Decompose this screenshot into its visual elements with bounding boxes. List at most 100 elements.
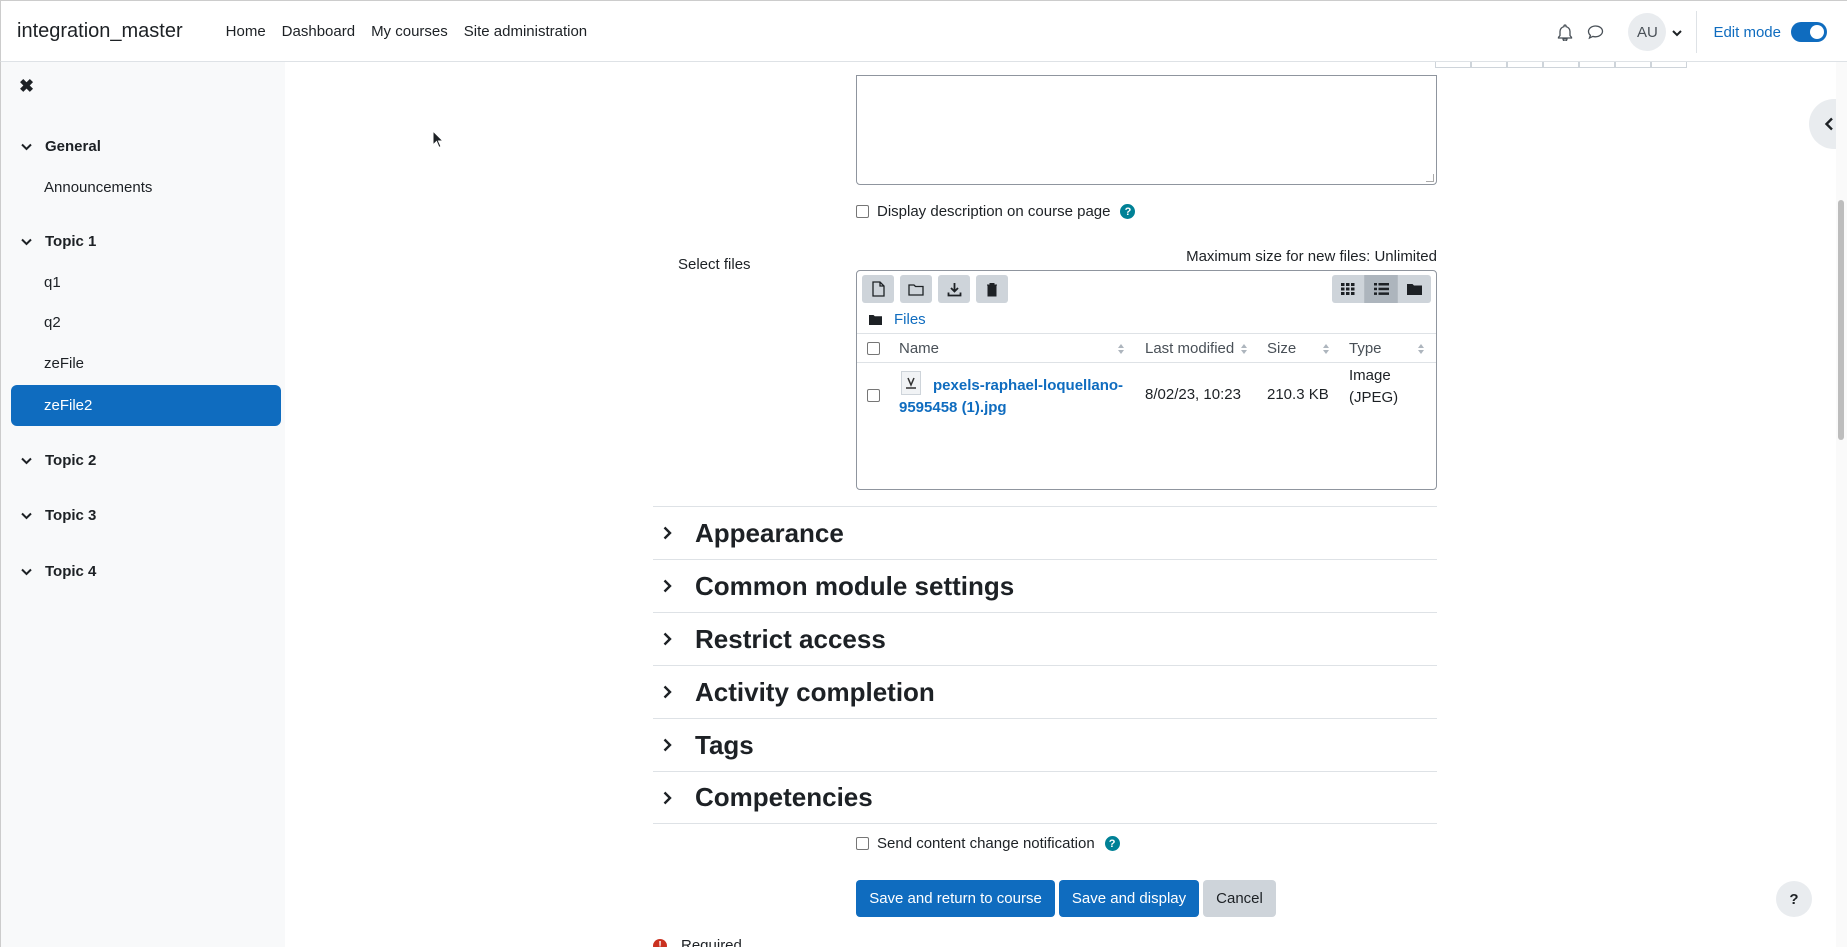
download-button[interactable] [938, 275, 970, 303]
chevron-right-icon[interactable] [663, 738, 683, 752]
section-activity-completion[interactable]: Activity completion [653, 665, 1437, 718]
section-title[interactable]: Restrict access [695, 624, 886, 655]
column-type[interactable]: Type [1349, 340, 1382, 357]
course-index-item-q1[interactable]: q1 [44, 274, 61, 291]
section-title[interactable]: General [45, 138, 101, 155]
column-last-modified[interactable]: Last modified [1145, 340, 1234, 357]
nav-home-link[interactable]: Home [218, 23, 274, 40]
file-row[interactable]: pexels-raphael-loquellano- 9595458 (1).j… [857, 367, 1436, 431]
section-appearance[interactable]: Appearance [653, 506, 1437, 559]
chevron-down-icon[interactable] [21, 568, 35, 576]
required-icon: ! [653, 938, 667, 947]
chevron-right-icon[interactable] [663, 685, 683, 699]
file-manager-toolbar [862, 275, 1008, 303]
section-title[interactable]: Topic 4 [45, 563, 96, 580]
section-restrict-access[interactable]: Restrict access [653, 612, 1437, 665]
section-title[interactable]: Tags [695, 730, 754, 761]
section-title[interactable]: Competencies [695, 782, 873, 813]
editor-toolbar-button[interactable] [1471, 62, 1507, 68]
file-type-line: (JPEG) [1349, 389, 1399, 406]
course-index-item-zefile2[interactable]: zeFile2 [11, 385, 281, 426]
chevron-down-icon[interactable] [21, 238, 35, 246]
help-icon[interactable]: ? [1104, 836, 1120, 851]
course-index-section-topic-2[interactable]: Topic 2 [21, 452, 96, 469]
nav-my-courses-link[interactable]: My courses [363, 23, 456, 40]
help-float-button[interactable]: ? [1776, 881, 1812, 917]
file-icon [871, 281, 885, 297]
course-index-section-general[interactable]: General [21, 138, 101, 155]
file-name-line[interactable]: pexels-raphael-loquellano- [899, 375, 1129, 397]
save-and-display-button[interactable]: Save and display [1059, 880, 1199, 917]
view-icons-button[interactable] [1332, 275, 1365, 303]
file-size: 210.3 KB [1267, 386, 1329, 403]
course-index-item-announcements[interactable]: Announcements [44, 179, 152, 196]
editor-toolbar-button[interactable] [1435, 62, 1471, 68]
resize-grip-icon[interactable] [1426, 174, 1434, 182]
send-notification-label: Send content change notification [877, 835, 1095, 852]
primary-navigation: Home Dashboard My courses Site administr… [218, 23, 596, 40]
close-icon[interactable]: ✖ [19, 76, 34, 97]
editor-toolbar-button[interactable] [1615, 62, 1651, 68]
editor-toolbar-button[interactable] [1543, 62, 1579, 68]
view-list-button[interactable] [1365, 275, 1398, 303]
top-navbar: integration_master Home Dashboard My cou… [0, 0, 1847, 62]
file-manager-path: Files [869, 311, 926, 328]
nav-site-admin-link[interactable]: Site administration [456, 23, 595, 40]
description-editor[interactable] [856, 75, 1437, 185]
file-row-checkbox[interactable] [867, 389, 880, 402]
file-name-link[interactable]: pexels-raphael-loquellano- 9595458 (1).j… [899, 375, 1129, 419]
course-index-section-topic-3[interactable]: Topic 3 [21, 507, 96, 524]
course-index-item-q2[interactable]: q2 [44, 314, 61, 331]
section-tags[interactable]: Tags [653, 718, 1437, 771]
select-all-checkbox[interactable] [867, 342, 880, 355]
sort-icon [1241, 344, 1247, 354]
chevron-right-icon[interactable] [663, 632, 683, 646]
course-index-section-topic-4[interactable]: Topic 4 [21, 563, 96, 580]
add-file-button[interactable] [862, 275, 894, 303]
delete-button[interactable] [976, 275, 1008, 303]
editor-toolbar-button[interactable] [1651, 62, 1687, 68]
chevron-down-icon[interactable] [21, 143, 35, 151]
section-title[interactable]: Topic 3 [45, 507, 96, 524]
nav-dashboard-link[interactable]: Dashboard [274, 23, 363, 40]
messages-icon[interactable] [1580, 17, 1610, 47]
chevron-right-icon[interactable] [663, 791, 683, 805]
column-name[interactable]: Name [899, 340, 939, 357]
file-name-line[interactable]: 9595458 (1).jpg [899, 397, 1129, 419]
course-index-item-label: zeFile2 [44, 397, 93, 414]
sort-icon [1418, 344, 1424, 354]
section-competencies[interactable]: Competencies [653, 771, 1437, 824]
section-title[interactable]: Topic 1 [45, 233, 96, 250]
user-avatar[interactable]: AU [1628, 13, 1667, 51]
section-title[interactable]: Common module settings [695, 571, 1014, 602]
view-tree-button[interactable] [1398, 275, 1431, 303]
help-icon[interactable]: ? [1120, 204, 1136, 219]
chevron-right-icon[interactable] [663, 526, 683, 540]
section-title[interactable]: Appearance [695, 518, 844, 549]
create-folder-button[interactable] [900, 275, 932, 303]
page-scrollbar[interactable] [1836, 62, 1847, 947]
edit-mode-label: Edit mode [1713, 23, 1781, 41]
column-size[interactable]: Size [1267, 340, 1296, 357]
cancel-button[interactable]: Cancel [1203, 880, 1276, 917]
section-title[interactable]: Topic 2 [45, 452, 96, 469]
send-notification-checkbox[interactable] [856, 837, 869, 850]
chevron-right-icon[interactable] [663, 579, 683, 593]
notification-bell-icon[interactable] [1550, 17, 1580, 47]
site-brand[interactable]: integration_master [17, 20, 183, 43]
display-description-row: Display description on course page ? [856, 203, 1136, 220]
scrollbar-thumb[interactable] [1838, 200, 1844, 440]
path-files-link[interactable]: Files [894, 311, 926, 328]
course-index-item-zefile[interactable]: zeFile [44, 355, 84, 372]
save-and-return-button[interactable]: Save and return to course [856, 880, 1055, 917]
course-index-section-topic-1[interactable]: Topic 1 [21, 233, 96, 250]
editor-toolbar-button[interactable] [1579, 62, 1615, 68]
section-title[interactable]: Activity completion [695, 677, 935, 708]
editor-toolbar-button[interactable] [1507, 62, 1543, 68]
chevron-down-icon[interactable] [1672, 24, 1683, 41]
chevron-down-icon[interactable] [21, 457, 35, 465]
edit-mode-toggle[interactable] [1791, 22, 1827, 42]
section-common-module-settings[interactable]: Common module settings [653, 559, 1437, 612]
chevron-down-icon[interactable] [21, 512, 35, 520]
display-description-checkbox[interactable] [856, 205, 869, 218]
